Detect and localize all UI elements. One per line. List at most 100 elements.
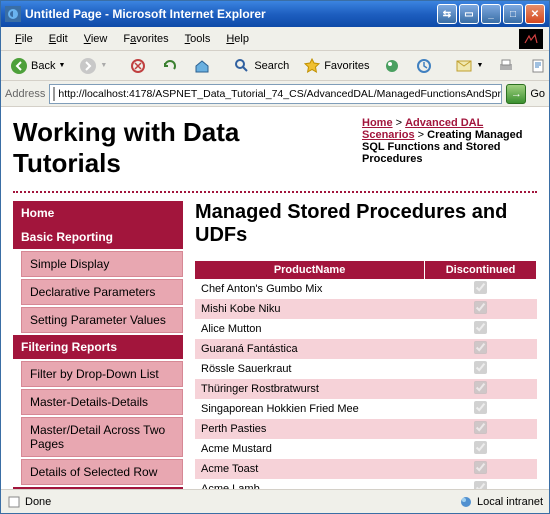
cell-discontinued <box>425 479 537 489</box>
discontinued-checkbox <box>474 421 487 434</box>
cell-discontinued <box>425 419 537 439</box>
url-input[interactable]: http://localhost:4178/ASPNET_Data_Tutori… <box>49 84 502 104</box>
cell-productname: Rössle Sauerkraut <box>195 359 425 379</box>
address-bar: Address http://localhost:4178/ASPNET_Dat… <box>1 81 549 107</box>
cell-discontinued <box>425 279 537 299</box>
sidebar-item-masterdd[interactable]: Master-Details-Details <box>21 389 183 415</box>
zone-text: Local intranet <box>477 496 543 508</box>
menu-view[interactable]: View <box>76 31 116 47</box>
table-row: Singaporean Hokkien Fried Mee <box>195 399 537 419</box>
back-label: Back <box>31 60 55 72</box>
stop-button[interactable] <box>124 54 152 78</box>
home-icon <box>193 57 211 75</box>
sidebar-item-declarative[interactable]: Declarative Parameters <box>21 279 183 305</box>
page-content: Working with Data Tutorials Home > Advan… <box>1 107 549 489</box>
minimize-button[interactable]: _ <box>481 4 501 24</box>
main-title: Managed Stored Procedures and UDFs <box>195 201 537 247</box>
forward-button[interactable]: ▼ <box>74 54 112 78</box>
forward-icon <box>79 57 97 75</box>
cell-discontinued <box>425 319 537 339</box>
table-row: Acme Toast <box>195 459 537 479</box>
discontinued-checkbox <box>474 381 487 394</box>
back-button[interactable]: Back ▼ <box>5 54 70 78</box>
toolbar: Back ▼ ▼ Search Favorites ▼ <box>1 51 549 81</box>
status-text: Done <box>25 496 51 508</box>
page-title: Working with Data Tutorials <box>13 117 352 179</box>
ie-icon <box>5 6 21 22</box>
url-text: http://localhost:4178/ASPNET_Data_Tutori… <box>58 88 502 100</box>
table-row: Alice Mutton <box>195 319 537 339</box>
mail-button[interactable]: ▼ <box>450 54 488 78</box>
zone-icon <box>459 495 473 509</box>
cell-productname: Thüringer Rostbratwurst <box>195 379 425 399</box>
sidebar-item-mastertwo[interactable]: Master/Detail Across Two Pages <box>21 417 183 457</box>
home-button[interactable] <box>188 54 216 78</box>
mail-icon <box>455 57 473 75</box>
print-icon <box>497 57 515 75</box>
menu-favorites[interactable]: Favorites <box>115 31 176 47</box>
go-button[interactable]: → <box>506 84 526 104</box>
ext1-button[interactable]: ⇆ <box>437 4 457 24</box>
edit-icon <box>529 57 547 75</box>
window-titlebar: Untitled Page - Microsoft Internet Explo… <box>1 1 549 27</box>
menu-file[interactable]: File <box>7 31 41 47</box>
ext2-button[interactable]: ▭ <box>459 4 479 24</box>
search-button[interactable]: Search <box>228 54 294 78</box>
cell-discontinued <box>425 359 537 379</box>
menu-tools[interactable]: Tools <box>177 31 219 47</box>
col-discontinued: Discontinued <box>425 261 537 279</box>
edit-button[interactable] <box>524 54 550 78</box>
cell-productname: Perth Pasties <box>195 419 425 439</box>
window-title: Untitled Page - Microsoft Internet Explo… <box>25 7 437 21</box>
media-button[interactable] <box>378 54 406 78</box>
discontinued-checkbox <box>474 301 487 314</box>
col-productname: ProductName <box>195 261 425 279</box>
discontinued-checkbox <box>474 321 487 334</box>
menu-help[interactable]: Help <box>218 31 257 47</box>
sidebar-item-setparam[interactable]: Setting Parameter Values <box>21 307 183 333</box>
main-panel: Managed Stored Procedures and UDFs Produ… <box>195 201 537 489</box>
table-row: Guaraná Fantástica <box>195 339 537 359</box>
maximize-button[interactable]: □ <box>503 4 523 24</box>
dropdown-icon: ▼ <box>100 62 107 69</box>
throbber-icon <box>519 29 543 49</box>
sidebar-item-simple[interactable]: Simple Display <box>21 251 183 277</box>
cell-productname: Guaraná Fantástica <box>195 339 425 359</box>
table-row: Acme Lamb <box>195 479 537 489</box>
cell-discontinued <box>425 339 537 359</box>
print-button[interactable] <box>492 54 520 78</box>
refresh-icon <box>161 57 179 75</box>
media-icon <box>383 57 401 75</box>
cell-discontinued <box>425 459 537 479</box>
search-icon <box>233 57 251 75</box>
close-button[interactable]: ✕ <box>525 4 545 24</box>
discontinued-checkbox <box>474 441 487 454</box>
sidebar-group-filtering[interactable]: Filtering Reports <box>13 335 183 359</box>
sidebar-item-detailsrow[interactable]: Details of Selected Row <box>21 459 183 485</box>
menu-edit[interactable]: Edit <box>41 31 76 47</box>
sidebar-item-home[interactable]: Home <box>13 201 183 225</box>
search-label: Search <box>254 60 289 72</box>
favorites-button[interactable]: Favorites <box>298 54 374 78</box>
cell-productname: Acme Lamb <box>195 479 425 489</box>
discontinued-checkbox <box>474 341 487 354</box>
breadcrumb: Home > Advanced DAL Scenarios > Creating… <box>362 117 537 165</box>
dropdown-icon: ▼ <box>58 62 65 69</box>
cell-discontinued <box>425 399 537 419</box>
table-row: Perth Pasties <box>195 419 537 439</box>
stop-icon <box>129 57 147 75</box>
sidebar-group-basic[interactable]: Basic Reporting <box>13 225 183 249</box>
refresh-button[interactable] <box>156 54 184 78</box>
status-bar: Done Local intranet <box>1 489 549 513</box>
table-row: Chef Anton's Gumbo Mix <box>195 279 537 299</box>
sidebar-group-customized[interactable]: Customized <box>13 487 183 489</box>
address-label: Address <box>5 88 45 100</box>
products-table: ProductName Discontinued Chef Anton's Gu… <box>195 261 537 489</box>
breadcrumb-home[interactable]: Home <box>362 117 393 129</box>
cell-productname: Chef Anton's Gumbo Mix <box>195 279 425 299</box>
history-icon <box>415 57 433 75</box>
sidebar-item-filterddl[interactable]: Filter by Drop-Down List <box>21 361 183 387</box>
history-button[interactable] <box>410 54 438 78</box>
cell-discontinued <box>425 379 537 399</box>
cell-productname: Acme Toast <box>195 459 425 479</box>
